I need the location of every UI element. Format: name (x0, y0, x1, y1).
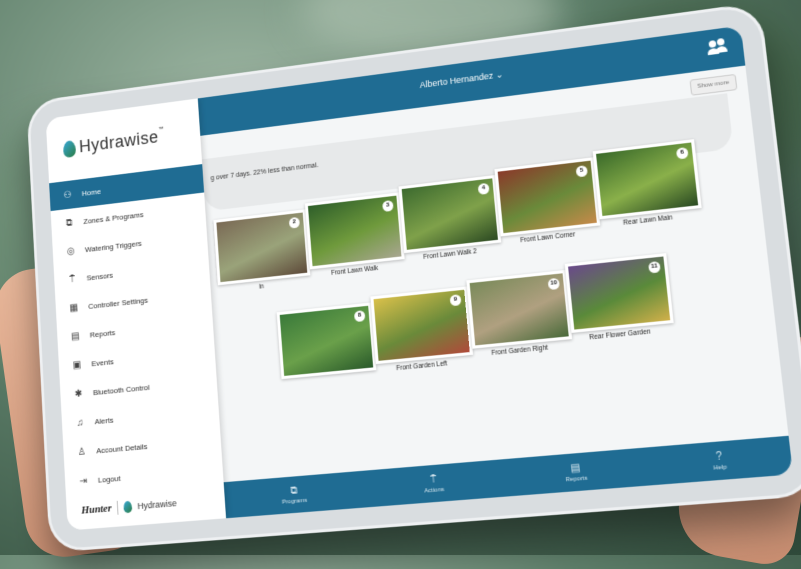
zone-number-badge: 2 (288, 216, 301, 229)
zone-photo: 4 (398, 175, 502, 254)
sensor-icon: ⍑ (69, 273, 76, 285)
zone-card[interactable]: 5 Front Lawn Corner (494, 157, 601, 246)
zone-photo: 3 (304, 192, 405, 270)
bottom-tab-label: Reports (565, 474, 588, 483)
bottom-tab-reports[interactable]: ▤ Reports (564, 461, 588, 483)
help-icon: ? (715, 450, 723, 463)
bottom-tab-help[interactable]: ? Help (712, 450, 728, 472)
zone-photo: 10 (466, 269, 573, 349)
sidebar-item-label: Logout (97, 473, 121, 485)
zone-card[interactable]: 10 Front Garden Right (466, 269, 573, 359)
zone-card[interactable]: 9 Front Garden Left (370, 286, 474, 374)
show-more-button[interactable]: Show more (689, 73, 738, 96)
zone-photo: 5 (494, 157, 601, 237)
sidebar-item-label: Bluetooth Control (92, 382, 150, 397)
sidebar-item-label: Controller Settings (87, 295, 149, 311)
sidebar-item-label: Account Details (96, 441, 148, 455)
logout-icon: ⇥ (79, 475, 88, 487)
trademark: ™ (157, 126, 165, 133)
bottom-tab-programs[interactable]: ⧉ Programs (281, 484, 308, 505)
sidebar-item-label: Events (91, 356, 114, 368)
zone-photo: 2 (213, 209, 311, 286)
sidebar-item-label: Alerts (94, 415, 114, 426)
footer-divider (116, 500, 119, 515)
bottom-tab-actions[interactable]: ⍑ Actions (423, 473, 445, 495)
sidebar-item-label: Home (81, 186, 102, 198)
sidebar-footer: Hunter Hydrawise (81, 496, 177, 517)
zone-card[interactable]: 3 Front Lawn Walk (304, 192, 405, 279)
zone-number-badge: 5 (575, 165, 588, 178)
sidebar-item-label: Sensors (86, 270, 114, 282)
logo: Hydrawise™ (62, 126, 165, 159)
zone-number-badge: 4 (477, 182, 490, 195)
bell-icon: ♫ (76, 417, 84, 429)
users-icon[interactable] (706, 37, 729, 57)
hydrawise-footer-logo: Hydrawise (137, 498, 178, 512)
zones-icon: ⧉ (65, 217, 73, 229)
sidebar-item-label: Reports (89, 327, 116, 339)
sidebar: Hydrawise™ ⚇ Home ⧉ Zones & Programs ◎ Wateri… (45, 98, 227, 531)
user-name: Alberto Hernandez (419, 70, 494, 90)
zone-card[interactable]: 2 in (213, 209, 311, 295)
person-icon: ♙ (77, 446, 87, 458)
bottom-tab-label: Help (713, 463, 728, 472)
zone-number-badge: 10 (547, 277, 560, 291)
zone-photo: 6 (592, 139, 702, 220)
bottom-tab-label: Programs (281, 497, 308, 506)
logo-text: Hydrawise (78, 127, 160, 157)
hunter-logo: Hunter (81, 502, 112, 517)
home-people-icon: ⚇ (63, 189, 72, 201)
triggers-icon: ◎ (66, 245, 75, 257)
zone-photo: 11 (564, 253, 674, 333)
reports-icon: ▤ (569, 461, 581, 475)
zone-number-badge: 3 (382, 200, 394, 212)
zone-card[interactable]: 8 (276, 302, 377, 382)
user-selector[interactable]: Alberto Hernandez ⌄ (419, 69, 503, 91)
bottom-tab-label: Actions (424, 486, 445, 495)
bluetooth-icon: ✱ (74, 388, 83, 400)
zone-card[interactable]: 4 Front Lawn Walk 2 (398, 175, 502, 263)
weather-summary: g over 7 days. 22% less than normal. (210, 162, 319, 183)
sidebar-item-label: Watering Triggers (84, 238, 142, 254)
zone-card[interactable]: 6 Rear Lawn Main (592, 139, 702, 230)
zone-number-badge: 9 (449, 294, 462, 307)
sidebar-item-label: Zones & Programs (83, 209, 144, 226)
hydrawise-drop-icon (62, 139, 77, 158)
controller-icon: ▦ (69, 301, 79, 314)
sidebar-nav: ⚇ Home ⧉ Zones & Programs ◎ Watering Triggers… (49, 164, 224, 497)
events-icon: ▣ (72, 359, 82, 371)
zone-number-badge: 11 (648, 261, 661, 274)
reports-icon: ▤ (70, 330, 80, 342)
zone-number-badge: 6 (675, 147, 689, 160)
zone-card[interactable]: 11 Rear Flower Garden (564, 253, 674, 343)
hydrawise-drop-icon (123, 500, 133, 514)
zone-photo: 9 (370, 286, 474, 365)
chevron-down-icon: ⌄ (495, 69, 504, 80)
zone-number-badge: 8 (353, 310, 366, 323)
programs-icon: ⧉ (290, 484, 298, 497)
zone-photo: 8 (276, 302, 377, 380)
actions-icon: ⍑ (429, 473, 437, 486)
